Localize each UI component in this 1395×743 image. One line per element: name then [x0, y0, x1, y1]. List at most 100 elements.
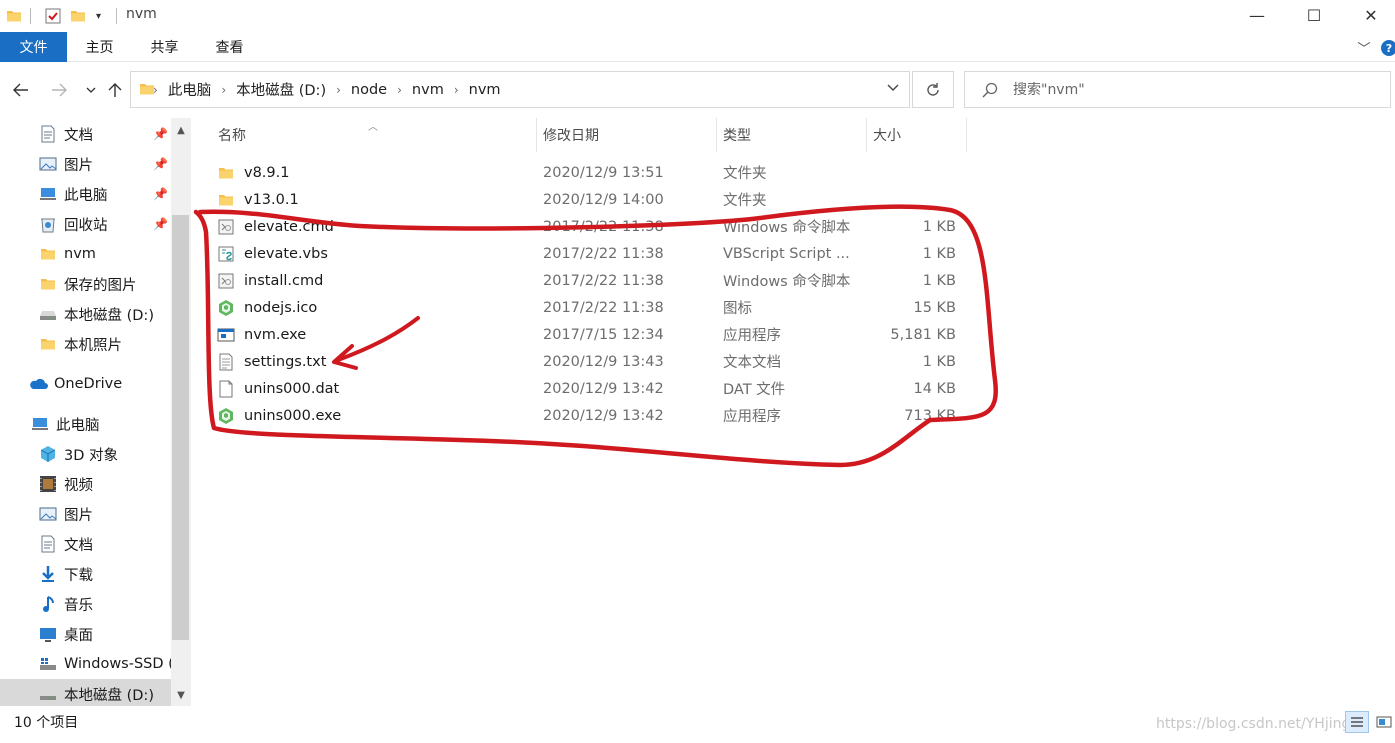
large-icons-view-button[interactable] — [1372, 711, 1395, 733]
windows-drive-icon — [38, 654, 58, 674]
recent-locations-button[interactable] — [78, 78, 104, 102]
maximize-button[interactable]: ☐ — [1287, 0, 1341, 30]
status-bar: 10 个项目 https://blog.csdn.net/YHjingYu — [0, 706, 1395, 743]
file-row[interactable]: nodejs.ico 2017/2/22 11:38 图标 15 KB — [192, 294, 972, 321]
up-button[interactable] — [102, 78, 128, 102]
quick-access-item[interactable]: 图片 — [0, 149, 171, 179]
help-icon[interactable]: ? — [1381, 40, 1395, 56]
expand-ribbon-icon[interactable]: ﹀ — [1352, 32, 1376, 62]
search-box[interactable] — [964, 71, 1391, 108]
file-name-cell: unins000.exe — [216, 402, 341, 429]
file-row[interactable]: install.cmd 2017/2/22 11:38 Windows 命令脚本… — [192, 267, 972, 294]
customize-toolbar-icon[interactable]: ▾ — [96, 6, 101, 26]
tab-view[interactable]: 查看 — [202, 32, 257, 62]
file-name: elevate.vbs — [244, 245, 328, 262]
file-row[interactable]: nvm.exe 2017/7/15 12:34 应用程序 5,181 KB — [192, 321, 972, 348]
this-pc-item[interactable]: Windows-SSD ( — [0, 649, 174, 679]
quick-access-item[interactable]: 保存的图片 — [0, 269, 171, 299]
video-icon — [38, 474, 58, 494]
file-size: 14 KB — [913, 380, 956, 397]
file-name-cell: elevate.cmd — [216, 213, 334, 240]
column-size[interactable]: 大小 — [863, 118, 967, 152]
pin-icon[interactable]: 📌 — [153, 157, 168, 171]
chevron-down-icon[interactable] — [887, 84, 899, 92]
file-type: 文件夹 — [723, 193, 767, 209]
address-bar[interactable]: › 此电脑 › 本地磁盘 (D:) › node › nvm › nvm — [130, 71, 910, 108]
file-name: v13.0.1 — [244, 191, 299, 208]
this-pc-item[interactable]: 图片 — [0, 499, 171, 529]
quick-access-item[interactable]: 本地磁盘 (D:) — [0, 299, 171, 329]
this-pc-item[interactable]: 音乐 — [0, 589, 171, 619]
quick-access-item[interactable]: 本机照片 — [0, 329, 171, 359]
chevron-right-icon[interactable]: › — [336, 83, 341, 97]
file-row[interactable]: elevate.vbs 2017/2/22 11:38 VBScript Scr… — [192, 240, 972, 267]
tab-file[interactable]: 文件 — [0, 32, 67, 62]
tab-share[interactable]: 共享 — [137, 32, 192, 62]
refresh-button[interactable] — [912, 71, 954, 108]
nav-item-label: 桌面 — [64, 627, 93, 644]
tab-home[interactable]: 主页 — [72, 32, 127, 62]
recycle-bin-icon — [38, 214, 58, 234]
file-type: Windows 命令脚本 — [723, 220, 851, 236]
file-size: 1 KB — [922, 353, 956, 370]
onedrive-icon — [28, 374, 48, 394]
file-size: 1 KB — [922, 272, 956, 289]
minimize-button[interactable]: — — [1230, 0, 1284, 30]
this-pc-item[interactable]: 下载 — [0, 559, 171, 589]
close-button[interactable]: ✕ — [1344, 0, 1395, 30]
nav-item-label: 本机照片 — [64, 337, 122, 354]
file-name-cell: v13.0.1 — [216, 186, 299, 213]
quick-access-item[interactable]: nvm — [0, 239, 171, 269]
nav-item-this-pc[interactable]: 此电脑 — [0, 409, 171, 439]
nav-item-label: 文档 — [64, 537, 93, 554]
file-size: 5,181 KB — [890, 326, 956, 343]
quick-access-item[interactable]: 文档 — [0, 119, 171, 149]
new-folder-icon[interactable] — [70, 6, 86, 26]
quick-access-item[interactable]: 回收站 — [0, 209, 171, 239]
file-row[interactable]: unins000.dat 2020/12/9 13:42 DAT 文件 14 K… — [192, 375, 972, 402]
file-name: nodejs.ico — [244, 299, 318, 316]
search-input[interactable] — [1013, 78, 1373, 102]
file-size: 15 KB — [913, 299, 956, 316]
pin-icon[interactable]: 📌 — [153, 127, 168, 141]
chevron-right-icon[interactable]: › — [454, 83, 459, 97]
file-name: nvm.exe — [244, 326, 307, 343]
document-icon — [38, 534, 58, 554]
scrollbar-thumb[interactable] — [172, 215, 189, 640]
this-pc-item[interactable]: 文档 — [0, 529, 171, 559]
nav-item-onedrive[interactable]: OneDrive — [0, 369, 171, 399]
this-pc-item[interactable]: 视频 — [0, 469, 171, 499]
breadcrumb-item[interactable]: node — [351, 82, 387, 98]
breadcrumb-item[interactable]: nvm — [412, 82, 444, 98]
quick-access-item[interactable]: 此电脑 — [0, 179, 171, 209]
back-button[interactable] — [8, 78, 34, 102]
scroll-down-icon[interactable]: ▼ — [171, 685, 191, 705]
scroll-up-icon[interactable]: ▲ — [171, 120, 191, 140]
navigation-pane: 文档 📌 图片 📌 此电脑 📌 回收站 📌 nvm 保存的图片 本地磁盘 (D:… — [0, 118, 192, 706]
file-row[interactable]: v13.0.1 2020/12/9 14:00 文件夹 — [192, 186, 972, 213]
file-row[interactable]: elevate.cmd 2017/2/22 11:38 Windows 命令脚本… — [192, 213, 972, 240]
this-pc-item[interactable]: 3D 对象 — [0, 439, 171, 469]
pin-icon[interactable]: 📌 — [153, 187, 168, 201]
properties-icon[interactable] — [44, 6, 62, 26]
column-date[interactable]: 修改日期 — [533, 118, 717, 152]
details-view-button[interactable] — [1345, 711, 1369, 733]
file-name: elevate.cmd — [244, 218, 334, 235]
this-pc-item[interactable]: 本地磁盘 (D:) — [0, 679, 171, 706]
file-name-cell: nodejs.ico — [216, 294, 317, 321]
chevron-right-icon[interactable]: › — [397, 83, 402, 97]
column-type[interactable]: 类型 — [713, 118, 867, 152]
file-row[interactable]: unins000.exe 2020/12/9 13:42 应用程序 713 KB — [192, 402, 972, 429]
watermark: https://blog.csdn.net/YHjingYu — [1156, 716, 1367, 732]
file-row[interactable]: v8.9.1 2020/12/9 13:51 文件夹 — [192, 159, 972, 186]
breadcrumb-item[interactable]: 此电脑 — [168, 79, 212, 100]
this-pc-item[interactable]: 桌面 — [0, 619, 171, 649]
file-row[interactable]: settings.txt 2020/12/9 13:43 文本文档 1 KB — [192, 348, 972, 375]
forward-button[interactable] — [46, 78, 72, 102]
breadcrumb-item[interactable]: nvm — [469, 82, 501, 98]
pin-icon[interactable]: 📌 — [153, 217, 168, 231]
file-date: 2020/12/9 14:00 — [543, 191, 664, 208]
column-name[interactable]: 名称 — [208, 118, 537, 152]
breadcrumb-item[interactable]: 本地磁盘 (D:) — [236, 79, 326, 100]
chevron-right-icon[interactable]: › — [221, 83, 226, 97]
